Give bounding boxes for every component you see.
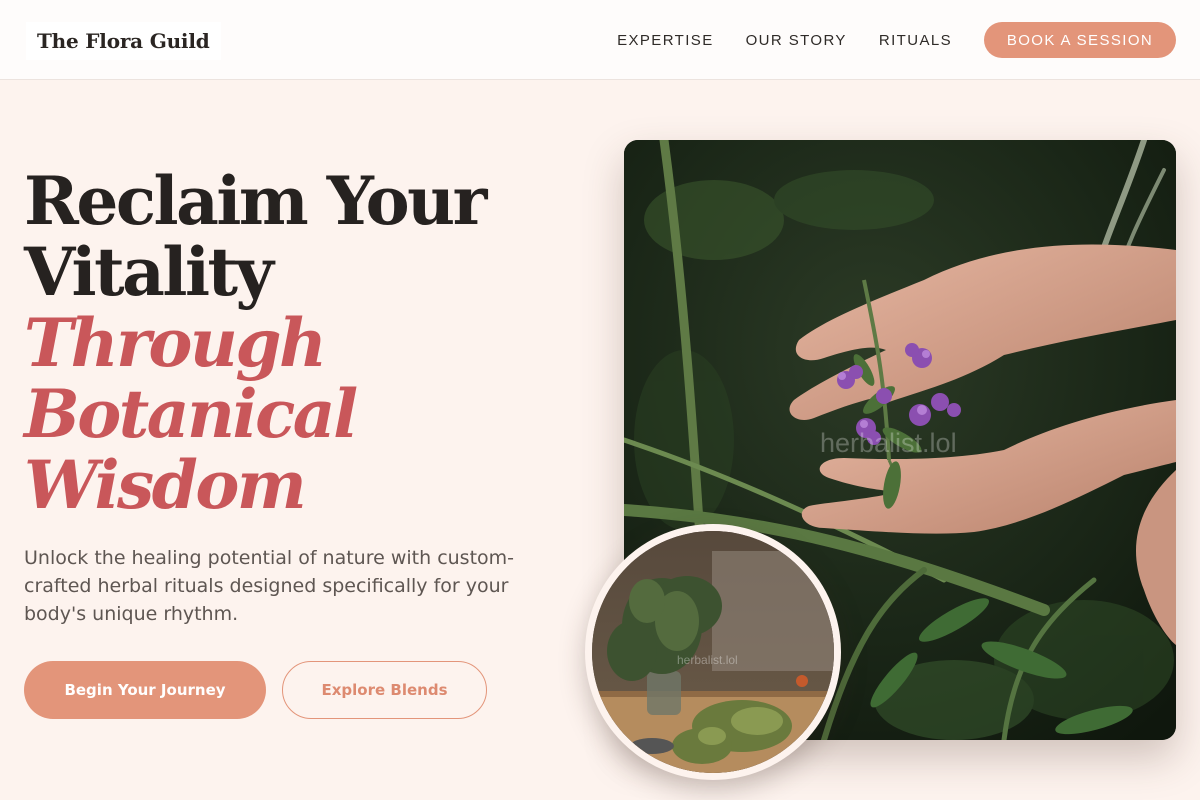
headline-line: Vitality	[24, 233, 274, 311]
hero-subtext: Unlock the healing potential of nature w…	[24, 547, 515, 625]
top-navigation-bar: The Flora Guild EXPERTISE OUR STORY RITU…	[0, 0, 1200, 80]
herb-bundle-illustration	[592, 531, 834, 773]
nav-link-our-story[interactable]: OUR STORY	[746, 32, 847, 49]
headline-line: Reclaim Your	[24, 162, 487, 240]
headline-accent-line: Botanical	[24, 375, 358, 453]
nav-link-rituals[interactable]: RITUALS	[879, 32, 952, 49]
main-nav: EXPERTISE OUR STORY RITUALS BOOK A SESSI…	[617, 22, 1176, 58]
book-session-button[interactable]: BOOK A SESSION	[984, 22, 1176, 58]
headline-accent-line: Through	[24, 304, 327, 382]
explore-blends-button[interactable]: Explore Blends	[282, 661, 487, 719]
begin-journey-button[interactable]: Begin Your Journey	[24, 661, 266, 719]
nav-link-expertise[interactable]: EXPERTISE	[617, 32, 714, 49]
brand-logo[interactable]: The Flora Guild	[26, 22, 221, 60]
hero-headline: Reclaim Your Vitality Through Botanical …	[24, 162, 487, 524]
round-image-frame: herbalist.lol	[592, 531, 834, 773]
headline-accent-line: Wisdom	[24, 446, 307, 524]
round-image-herb-bundles: herbalist.lol	[585, 524, 841, 780]
